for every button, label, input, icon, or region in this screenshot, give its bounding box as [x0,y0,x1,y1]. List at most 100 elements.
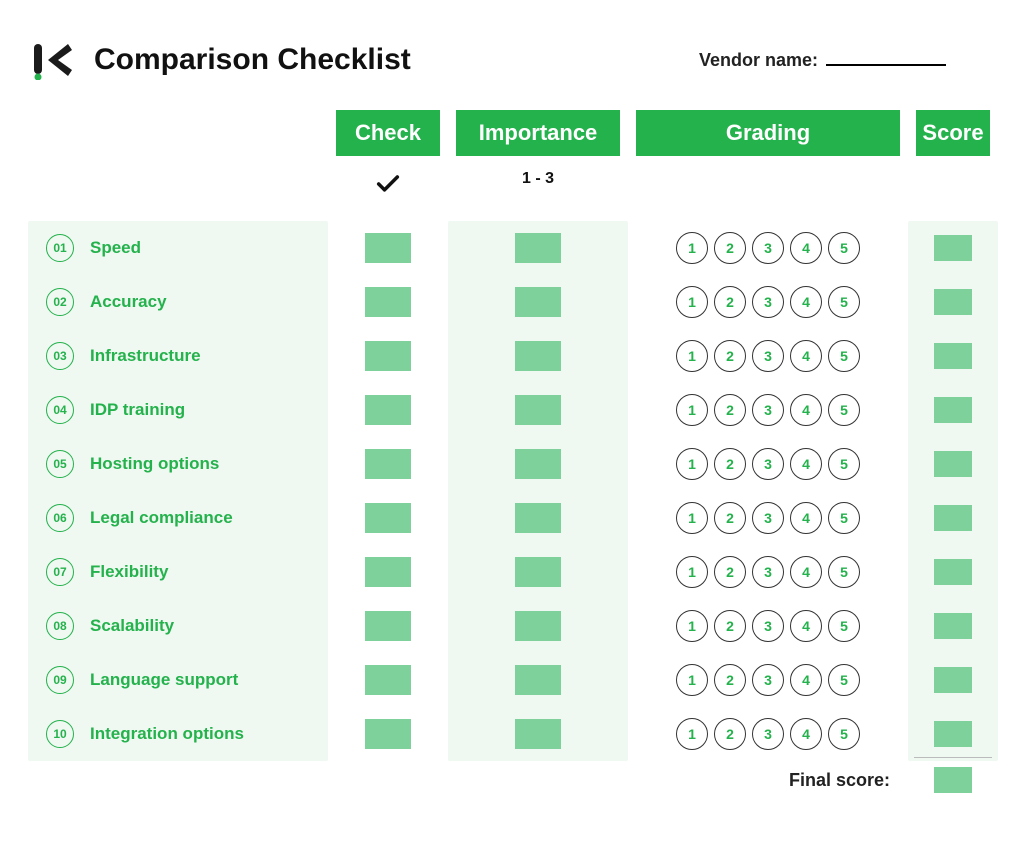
rating-option[interactable]: 1 [676,556,708,588]
importance-box[interactable] [515,503,561,533]
check-cell[interactable] [336,221,440,275]
rating-option[interactable]: 2 [714,448,746,480]
rating-option[interactable]: 4 [790,448,822,480]
score-cell[interactable] [916,545,990,599]
importance-box[interactable] [515,395,561,425]
score-box[interactable] [934,559,972,585]
check-box[interactable] [365,341,411,371]
score-box[interactable] [934,667,972,693]
importance-box[interactable] [515,449,561,479]
check-box[interactable] [365,611,411,641]
rating-option[interactable]: 1 [676,286,708,318]
rating-option[interactable]: 1 [676,232,708,264]
check-box[interactable] [365,395,411,425]
check-cell[interactable] [336,383,440,437]
rating-option[interactable]: 4 [790,340,822,372]
rating-option[interactable]: 2 [714,394,746,426]
rating-option[interactable]: 5 [828,340,860,372]
importance-box[interactable] [515,557,561,587]
check-box[interactable] [365,503,411,533]
score-cell[interactable] [916,383,990,437]
check-box[interactable] [365,287,411,317]
rating-option[interactable]: 4 [790,394,822,426]
rating-option[interactable]: 3 [752,556,784,588]
score-cell[interactable] [916,437,990,491]
importance-cell[interactable] [456,437,620,491]
rating-option[interactable]: 3 [752,718,784,750]
rating-option[interactable]: 3 [752,502,784,534]
rating-option[interactable]: 2 [714,664,746,696]
rating-option[interactable]: 5 [828,286,860,318]
rating-option[interactable]: 2 [714,232,746,264]
check-box[interactable] [365,557,411,587]
importance-box[interactable] [515,233,561,263]
rating-option[interactable]: 1 [676,718,708,750]
rating-option[interactable]: 4 [790,664,822,696]
rating-option[interactable]: 1 [676,664,708,696]
importance-cell[interactable] [456,275,620,329]
check-cell[interactable] [336,437,440,491]
importance-cell[interactable] [456,545,620,599]
rating-option[interactable]: 1 [676,502,708,534]
score-box[interactable] [934,343,972,369]
rating-option[interactable]: 4 [790,610,822,642]
score-cell[interactable] [916,221,990,275]
rating-option[interactable]: 2 [714,610,746,642]
rating-option[interactable]: 2 [714,340,746,372]
check-cell[interactable] [336,545,440,599]
rating-option[interactable]: 5 [828,718,860,750]
rating-option[interactable]: 5 [828,232,860,264]
check-box[interactable] [365,665,411,695]
importance-cell[interactable] [456,221,620,275]
importance-box[interactable] [515,719,561,749]
score-cell[interactable] [916,707,990,761]
final-score-cell[interactable] [908,767,998,793]
score-box[interactable] [934,505,972,531]
rating-option[interactable]: 2 [714,718,746,750]
check-cell[interactable] [336,653,440,707]
importance-box[interactable] [515,611,561,641]
importance-cell[interactable] [456,599,620,653]
score-box[interactable] [934,451,972,477]
rating-option[interactable]: 5 [828,556,860,588]
check-cell[interactable] [336,707,440,761]
rating-option[interactable]: 4 [790,232,822,264]
rating-option[interactable]: 3 [752,232,784,264]
rating-option[interactable]: 1 [676,448,708,480]
rating-option[interactable]: 1 [676,394,708,426]
rating-option[interactable]: 1 [676,340,708,372]
score-cell[interactable] [916,329,990,383]
rating-option[interactable]: 2 [714,286,746,318]
check-cell[interactable] [336,599,440,653]
rating-option[interactable]: 3 [752,286,784,318]
importance-cell[interactable] [456,383,620,437]
vendor-field[interactable]: Vendor name: [699,50,946,71]
rating-option[interactable]: 2 [714,556,746,588]
score-cell[interactable] [916,653,990,707]
importance-cell[interactable] [456,707,620,761]
rating-option[interactable]: 3 [752,664,784,696]
importance-cell[interactable] [456,491,620,545]
rating-option[interactable]: 5 [828,394,860,426]
score-cell[interactable] [916,599,990,653]
score-box[interactable] [934,289,972,315]
rating-option[interactable]: 3 [752,340,784,372]
importance-cell[interactable] [456,653,620,707]
importance-cell[interactable] [456,329,620,383]
score-cell[interactable] [916,491,990,545]
importance-box[interactable] [515,287,561,317]
rating-option[interactable]: 4 [790,718,822,750]
check-cell[interactable] [336,491,440,545]
score-box[interactable] [934,235,972,261]
score-cell[interactable] [916,275,990,329]
rating-option[interactable]: 4 [790,556,822,588]
check-cell[interactable] [336,275,440,329]
score-box[interactable] [934,397,972,423]
rating-option[interactable]: 5 [828,610,860,642]
rating-option[interactable]: 5 [828,664,860,696]
check-cell[interactable] [336,329,440,383]
vendor-input-line[interactable] [826,64,946,66]
check-box[interactable] [365,449,411,479]
rating-option[interactable]: 2 [714,502,746,534]
rating-option[interactable]: 4 [790,286,822,318]
